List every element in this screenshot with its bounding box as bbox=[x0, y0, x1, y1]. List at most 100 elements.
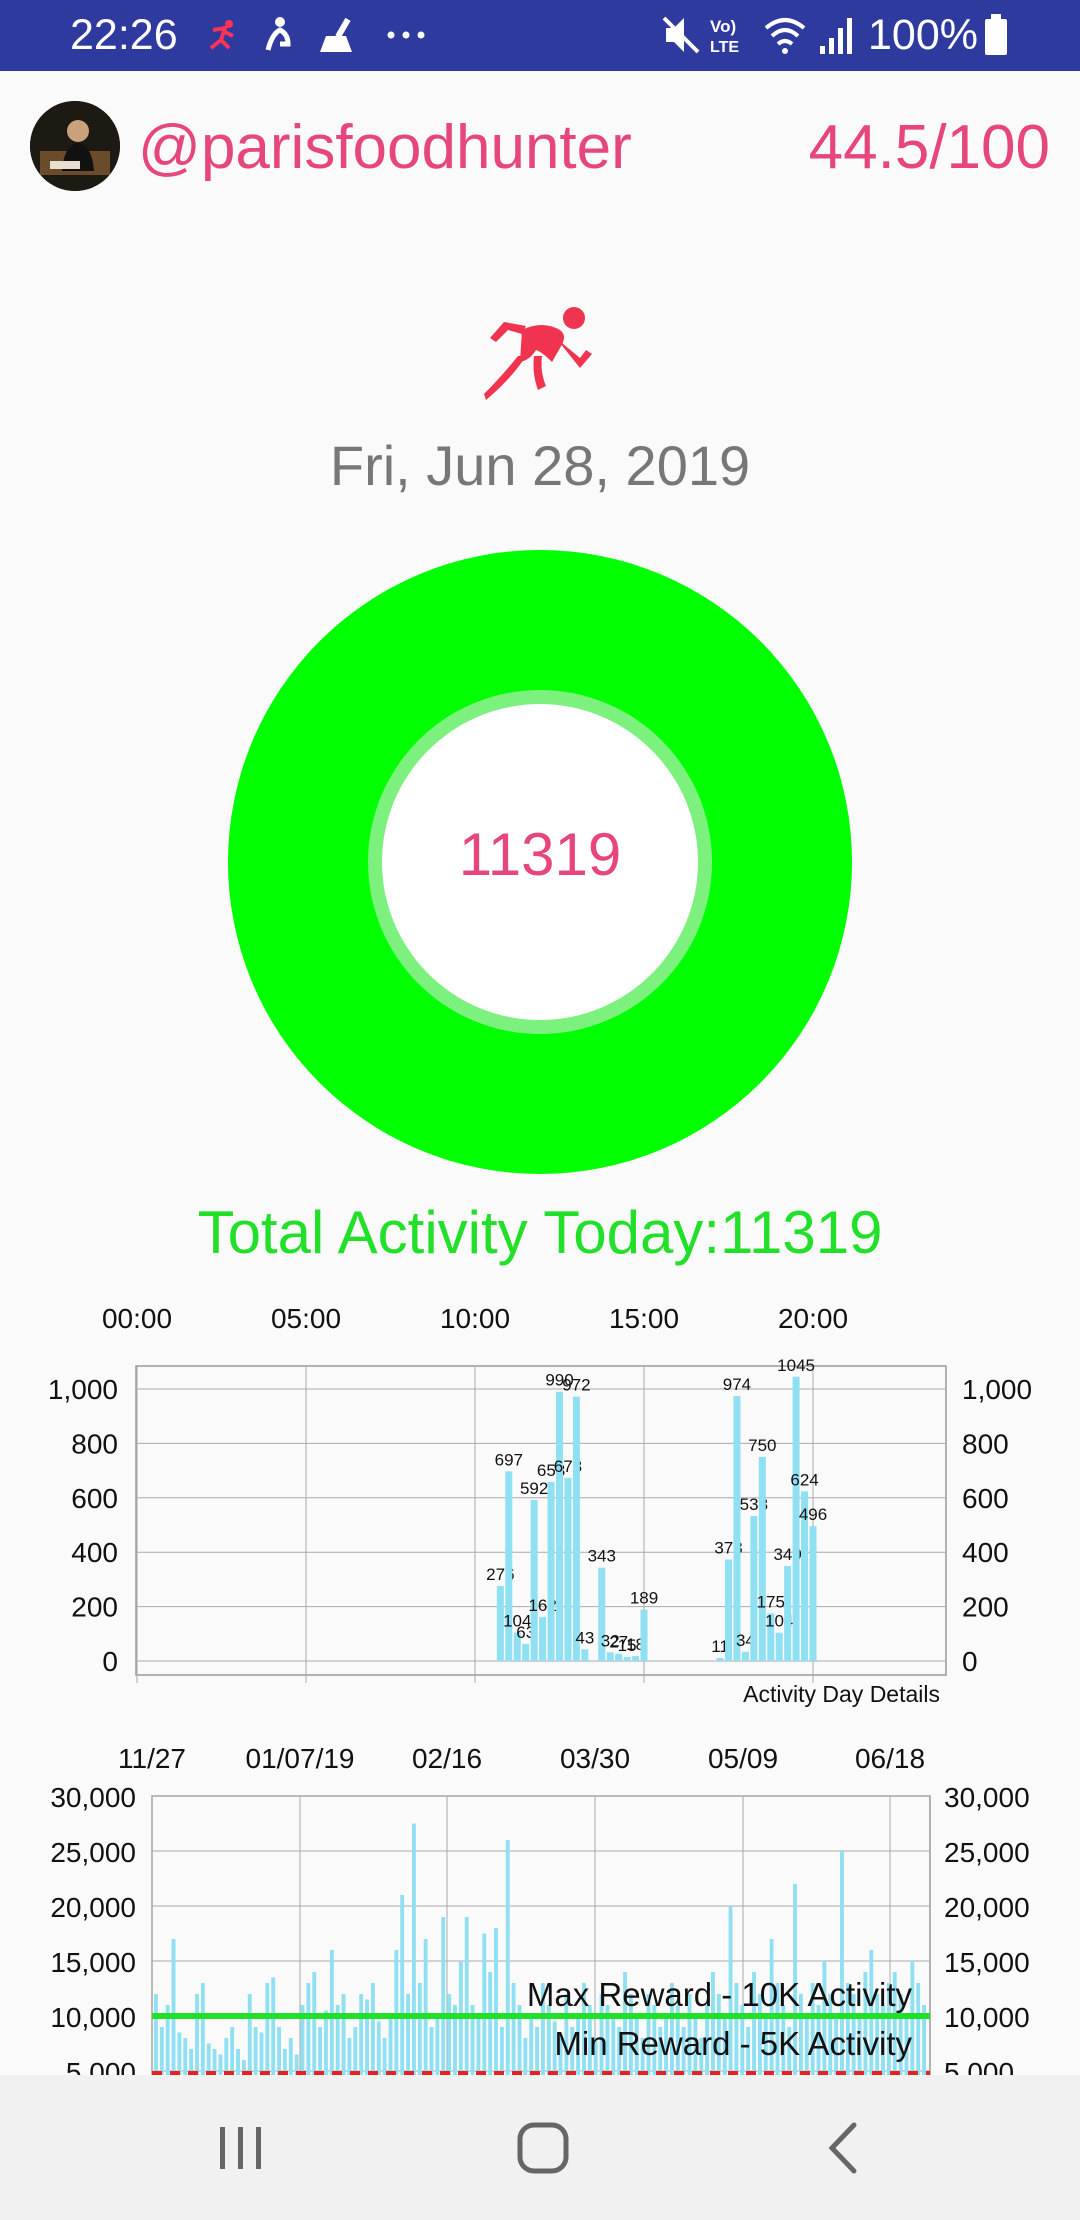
day-chart-y-tick-left: 600 bbox=[71, 1483, 118, 1514]
total-activity-label: Total Activity Today:11319 bbox=[197, 1199, 883, 1266]
back-icon[interactable] bbox=[810, 2113, 880, 2183]
signal-icon bbox=[820, 18, 852, 54]
day-chart-bar-label: 592 bbox=[520, 1479, 548, 1498]
history-chart-x-tick: 01/07/19 bbox=[246, 1743, 355, 1774]
day-chart-bar bbox=[572, 1396, 580, 1661]
history-chart-bar bbox=[482, 1933, 487, 2075]
history-chart-bar bbox=[382, 2038, 387, 2075]
history-chart-y-tick-right: 5,000 bbox=[944, 2057, 1014, 2075]
day-chart-bar bbox=[733, 1396, 741, 1661]
history-chart-x-tick: 11/27 bbox=[118, 1743, 186, 1774]
history-chart-bar bbox=[464, 1917, 469, 2075]
day-chart-x-tick: 00:00 bbox=[102, 1303, 172, 1334]
history-chart-bar bbox=[329, 1950, 334, 2075]
day-chart-bar bbox=[750, 1516, 758, 1661]
history-chart-bar bbox=[423, 1939, 428, 2075]
history-chart-bar bbox=[312, 1972, 317, 2075]
mute-icon bbox=[662, 16, 700, 54]
day-chart-bar-label: 974 bbox=[723, 1375, 751, 1394]
history-chart-bar bbox=[359, 1994, 364, 2075]
day-chart-bar-label: 496 bbox=[799, 1505, 827, 1524]
history-chart-bar bbox=[259, 2032, 264, 2075]
day-chart-bar bbox=[530, 1499, 538, 1661]
svg-text:Vo): Vo) bbox=[710, 17, 736, 36]
accessibility-icon bbox=[265, 17, 291, 51]
navigation-bar bbox=[0, 2075, 1080, 2220]
history-chart-bar bbox=[236, 2049, 240, 2075]
history-chart-y-tick-left: 30,000 bbox=[50, 1782, 136, 1813]
day-chart-bar bbox=[632, 1656, 640, 1661]
username[interactable]: @parisfoodhunter bbox=[138, 112, 632, 183]
home-icon[interactable] bbox=[508, 2113, 578, 2183]
history-chart-x-tick: 05/09 bbox=[708, 1743, 778, 1774]
history-chart-bar bbox=[376, 2021, 381, 2075]
score: 44.5/100 bbox=[808, 113, 1050, 182]
history-chart-bar bbox=[171, 1939, 176, 2075]
history-chart-y-tick-left: 15,000 bbox=[50, 1947, 136, 1978]
history-chart-bar bbox=[916, 1983, 921, 2075]
history-chart-bar bbox=[511, 1983, 516, 2075]
history-chart-bar bbox=[253, 2027, 258, 2075]
history-chart-y-tick-left: 20,000 bbox=[50, 1892, 136, 1923]
day-chart-y-tick-left: 400 bbox=[71, 1537, 118, 1568]
history-chart-y-tick-right: 30,000 bbox=[944, 1782, 1030, 1813]
day-chart-bar-label: 43 bbox=[575, 1628, 594, 1647]
day-chart-bar bbox=[775, 1632, 783, 1661]
day-chart-bar bbox=[505, 1471, 513, 1661]
status-bar: 22:26 Vo) LTE 100% bbox=[0, 0, 1080, 71]
status-time: 22:26 bbox=[70, 11, 178, 59]
history-activity-chart[interactable]: 5,000 5,000 10,000 10,000 15,000 15,000 20,000… bbox=[0, 1740, 1080, 2075]
day-chart-bar bbox=[809, 1526, 817, 1661]
day-chart-bar bbox=[606, 1652, 614, 1661]
runner-notification-icon bbox=[209, 20, 234, 50]
volte-icon: Vo) LTE bbox=[710, 17, 739, 56]
day-chart-bar bbox=[581, 1649, 589, 1661]
recents-icon[interactable] bbox=[206, 2113, 276, 2183]
history-chart-bar bbox=[523, 2038, 528, 2075]
day-chart-y-tick-right: 800 bbox=[962, 1428, 1009, 1459]
day-chart-y-tick-right: 600 bbox=[962, 1483, 1009, 1514]
history-chart-bar bbox=[406, 1994, 410, 2075]
day-chart-x-tick: 20:00 bbox=[778, 1303, 848, 1334]
history-chart-bar bbox=[494, 1928, 498, 2075]
avatar-image bbox=[30, 101, 120, 191]
min-reward-label: Min Reward - 5K Activity bbox=[554, 2025, 912, 2062]
history-chart-bar bbox=[183, 2038, 188, 2075]
history-chart-bar bbox=[476, 2016, 481, 2075]
history-chart-bar bbox=[499, 2027, 504, 2075]
wifi-icon bbox=[764, 18, 806, 54]
day-chart-y-tick-right: 200 bbox=[962, 1592, 1009, 1623]
svg-text:LTE: LTE bbox=[710, 39, 739, 56]
history-chart-bar bbox=[535, 2027, 539, 2075]
history-chart-y-tick-right: 15,000 bbox=[944, 1947, 1030, 1978]
day-chart-bar-label: 697 bbox=[495, 1450, 523, 1469]
history-chart-bar bbox=[195, 1994, 199, 2075]
day-chart-x-tick: 05:00 bbox=[271, 1303, 341, 1334]
history-chart-y-tick-right: 10,000 bbox=[944, 2002, 1030, 2033]
day-chart-bar bbox=[640, 1609, 648, 1661]
day-chart-x-tick: 15:00 bbox=[609, 1303, 679, 1334]
date-label[interactable]: Fri, Jun 28, 2019 bbox=[0, 433, 1080, 498]
history-chart-bar bbox=[247, 1994, 252, 2075]
history-chart-bar bbox=[341, 1994, 346, 2075]
history-chart-bar bbox=[370, 1983, 375, 2075]
history-chart-bar bbox=[394, 1950, 399, 2075]
day-activity-chart[interactable]: 0 0 200 200 400 400 600 600 800 800 1,000 1,000 00:0… bbox=[0, 1290, 1080, 1710]
day-chart-bar-label: 972 bbox=[562, 1376, 590, 1395]
history-chart-bar bbox=[218, 2054, 223, 2075]
history-chart-x-tick: 06/18 bbox=[855, 1743, 925, 1774]
avatar[interactable] bbox=[30, 101, 120, 191]
day-chart-bar-label: 1045 bbox=[777, 1356, 815, 1375]
history-chart-bar bbox=[200, 1983, 205, 2075]
ring-value: 11319 bbox=[458, 821, 622, 888]
day-chart-bar-label: 343 bbox=[588, 1547, 616, 1566]
day-chart-y-tick-left: 800 bbox=[71, 1428, 118, 1459]
day-chart-bar bbox=[784, 1566, 792, 1661]
day-chart-bar bbox=[539, 1616, 547, 1661]
day-chart-title: Activity Day Details bbox=[743, 1681, 940, 1707]
day-chart-bar bbox=[522, 1643, 530, 1661]
history-chart-bar bbox=[154, 1994, 158, 2075]
history-chart-y-tick-left: 10,000 bbox=[50, 2002, 136, 2033]
more-dots-icon bbox=[387, 31, 425, 39]
day-chart-bar bbox=[725, 1559, 732, 1661]
